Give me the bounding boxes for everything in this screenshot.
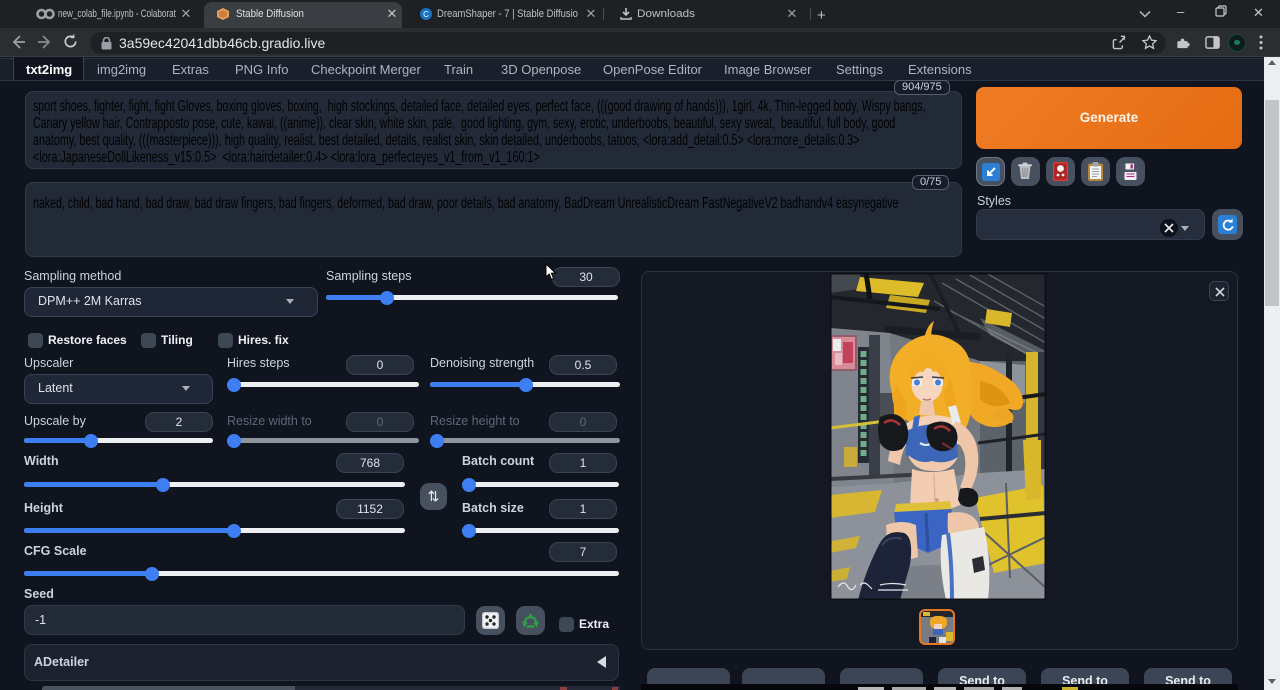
svg-text:C: C xyxy=(423,10,429,19)
